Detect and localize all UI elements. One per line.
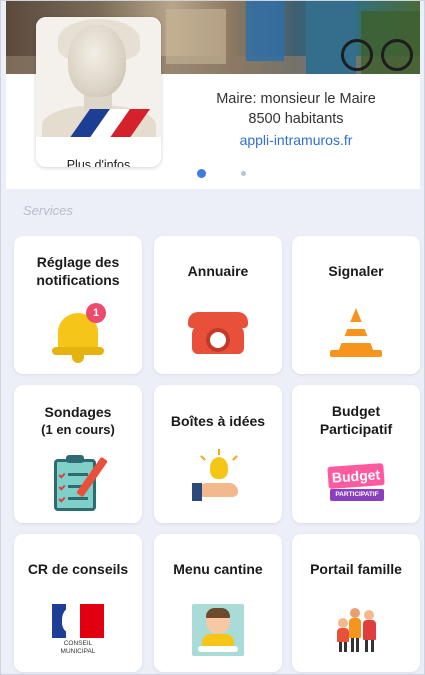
tile-label: Budget Participatif [319,403,393,437]
tile-sublabel: (1 en cours) [41,422,115,437]
tile-signaler[interactable]: Signaler [292,236,420,374]
tile-label: Sondages [44,404,112,420]
bicycle-icon [341,39,373,71]
notification-badge: 1 [86,303,106,323]
tile-sondages[interactable]: Sondages (1 en cours) [14,385,142,523]
website-link[interactable]: appli-intramuros.fr [196,132,396,148]
lightbulb-hand-icon [192,449,246,505]
conseil-municipal-logo-icon: CONSEIL MUNICIPAL [52,604,106,660]
tile-label: Boîtes à idées [170,413,266,429]
tile-label: Réglage des notifications [36,254,120,288]
clipboard-checklist-icon [54,455,108,513]
tile-budget-participatif[interactable]: Budget Participatif Budget PARTICIPATIF [292,385,420,523]
tile-label: CR de conseils [27,561,129,577]
carousel-dot-active[interactable] [197,169,206,178]
tile-label: Portail famille [310,561,402,577]
tile-portail-famille[interactable]: Portail famille [292,534,420,672]
bell-icon: 1 [52,303,106,365]
tile-menu-cantine[interactable]: Menu cantine [154,534,282,672]
tile-annuaire[interactable]: Annuaire [154,236,282,374]
tile-boites-idees[interactable]: Boîtes à idées [154,385,282,523]
mayor-name: Maire: monsieur le Maire [216,91,376,107]
commune-header-card: Plus d'infos Maire: monsieur le Maire 85… [6,1,420,189]
traffic-cone-icon [330,308,382,358]
more-info-card[interactable]: Plus d'infos [36,17,161,167]
budget-participatif-icon: Budget PARTICIPATIF [327,463,386,503]
phone-icon [188,310,248,356]
tile-cr-conseils[interactable]: CR de conseils CONSEIL MUNICIPAL [14,534,142,672]
more-info-label[interactable]: Plus d'infos [36,158,161,167]
tile-label: Signaler [328,263,384,279]
population-count: 8500 habitants [248,111,344,127]
family-icon [334,608,380,656]
section-title: Services [23,203,73,218]
tile-label: Annuaire [187,263,249,279]
child-eating-icon [192,604,244,656]
marianne-bust-icon [68,25,126,97]
carousel-dot[interactable] [241,171,246,176]
tile-label: Menu cantine [173,561,263,577]
app-screen: Plus d'infos Maire: monsieur le Maire 85… [0,0,425,675]
tile-notifications[interactable]: Réglage des notifications 1 [14,236,142,374]
